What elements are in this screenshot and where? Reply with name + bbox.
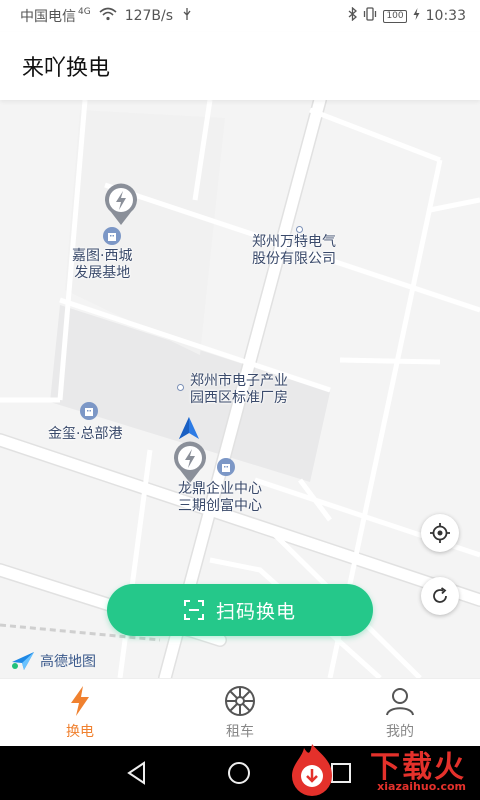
scan-icon: [183, 600, 204, 620]
map-label-jiatu[interactable]: 嘉图·西城 发展基地: [72, 248, 132, 282]
page-title: 来吖换电: [22, 56, 111, 81]
clock-time: 10:33: [425, 8, 466, 24]
refresh-icon: [433, 587, 447, 603]
network-type-label: 4G: [78, 7, 91, 17]
user-icon: [384, 685, 416, 717]
scan-swap-button[interactable]: 扫码换电: [107, 584, 373, 636]
building-icon: [217, 458, 235, 476]
map-view[interactable]: 嘉图·西城 发展基地 郑州万特电气 股份有限公司 郑州市电子产业 园西区标准厂房…: [0, 100, 480, 678]
watermark-flame-logo: [286, 742, 338, 796]
watermark-url: xiazaihuo.com: [377, 780, 466, 793]
app-header: 来吖换电: [0, 32, 480, 100]
locate-icon: [430, 523, 450, 543]
tab-rent[interactable]: 租车: [160, 679, 320, 746]
map-label-dianzi[interactable]: 郑州市电子产业 园西区标准厂房: [190, 373, 288, 407]
bluetooth-icon: [348, 6, 358, 25]
scan-swap-label: 扫码换电: [215, 600, 296, 623]
back-button[interactable]: [124, 760, 150, 786]
tab-rent-label: 租车: [226, 723, 254, 740]
map-label-longding[interactable]: 龙鼎企业中心 三期创富中心: [178, 481, 262, 515]
tab-swap-label: 换电: [66, 723, 94, 740]
back-triangle-icon: [127, 761, 145, 785]
poi-dot-wante: [296, 226, 303, 233]
status-bar: 中国电信 4G 127B/s 100 10:33: [0, 0, 480, 32]
charging-icon: [413, 8, 420, 24]
tab-mine-label: 我的: [386, 723, 414, 740]
current-location-arrow-icon: [178, 416, 200, 440]
station-pin-jiatu[interactable]: [103, 182, 139, 226]
refresh-button[interactable]: [421, 577, 459, 615]
building-icon: [80, 402, 98, 420]
locate-button[interactable]: [421, 514, 459, 552]
poi-dot-dianzi: [177, 384, 184, 391]
map-label-jinxi[interactable]: 金玺·总部港: [48, 426, 122, 443]
bottom-tab-bar: 换电 租车 我的: [0, 678, 480, 746]
usb-icon: [181, 7, 193, 25]
station-pin-longding[interactable]: [172, 440, 208, 484]
carrier-label: 中国电信: [20, 9, 76, 25]
battery-icon: 100: [383, 9, 407, 23]
home-button[interactable]: [226, 760, 252, 786]
amap-logo-icon: [12, 652, 34, 670]
wifi-icon: [99, 7, 117, 25]
map-label-wante[interactable]: 郑州万特电气 股份有限公司: [252, 234, 336, 268]
tab-swap[interactable]: 换电: [0, 679, 160, 746]
tab-mine[interactable]: 我的: [320, 679, 480, 746]
lightning-icon: [64, 685, 96, 717]
building-icon: [103, 227, 121, 245]
home-circle-icon: [228, 762, 250, 784]
wheel-icon: [224, 685, 256, 717]
map-attribution: 高德地图: [10, 650, 96, 672]
network-speed-label: 127B/s: [124, 8, 174, 24]
vibrate-icon: [363, 7, 377, 25]
